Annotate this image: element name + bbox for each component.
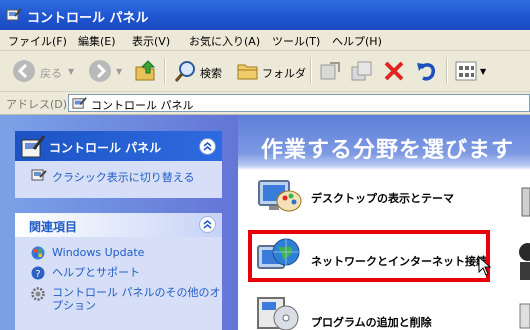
toolbar-separator <box>446 58 448 84</box>
chevron-up-icon <box>203 220 212 229</box>
related-topics-header[interactable]: 関連項目 <box>15 213 222 237</box>
desktop-theme-icon[interactable] <box>255 175 303 219</box>
menu-bar: ファイル(F) 編集(E) 表示(V) お気に入り(A) ツール(T) ヘルプ(… <box>0 30 530 51</box>
folders-label: フォルダ <box>262 67 306 80</box>
control-panel-icon <box>21 135 46 158</box>
back-arrow-icon <box>13 60 35 82</box>
related-topics-title: 関連項目 <box>29 220 78 234</box>
windows-update-icon <box>31 246 45 260</box>
views-dropdown-icon[interactable]: ▼ <box>480 67 486 76</box>
menu-favorites[interactable]: お気に入り(A) <box>189 33 260 49</box>
up-folder-icon[interactable] <box>134 59 158 83</box>
category-heading: 作業する分野を選びます <box>261 138 515 163</box>
add-remove-programs-icon[interactable] <box>256 296 302 330</box>
control-panel-box-title: コントロール パネル <box>49 141 162 155</box>
menu-file[interactable]: ファイル(F) <box>8 33 67 49</box>
address-value: コントロール パネル <box>91 99 194 112</box>
desktop-theme-link[interactable]: デスクトップの表示とテーマ <box>311 190 454 206</box>
back-button[interactable]: 戻る ▼ <box>10 59 80 83</box>
search-label: 検索 <box>200 67 222 80</box>
views-icon <box>455 61 477 81</box>
mouse-cursor-icon <box>478 256 492 276</box>
help-support-link[interactable]: ヘルプとサポート <box>52 266 140 279</box>
other-options-link[interactable]: コントロール パネルのその他のオ <box>52 286 221 299</box>
forward-arrow-icon <box>89 60 111 82</box>
date-time-icon[interactable] <box>514 298 530 330</box>
control-panel-icon <box>72 97 87 109</box>
control-panel-icon <box>6 8 22 21</box>
undo-icon[interactable] <box>414 59 438 83</box>
menu-view[interactable]: 表示(V) <box>132 33 170 49</box>
search-button[interactable]: 検索 <box>172 59 230 83</box>
menu-tools[interactable]: ツール(T) <box>272 33 320 49</box>
printer-icon[interactable] <box>518 184 530 220</box>
toolbar: 戻る ▼ ▼ 検索 フォルダ ▼ <box>0 51 530 92</box>
title-bar: コントロール パネル <box>0 0 530 30</box>
add-remove-programs-link[interactable]: プログラムの追加と削除 <box>311 314 432 330</box>
forward-dropdown-icon[interactable]: ▼ <box>116 67 122 76</box>
control-panel-box: コントロール パネル クラシック表示に切り替える <box>15 131 222 198</box>
switch-classic-view-link[interactable]: クラシック表示に切り替える <box>52 169 194 185</box>
folders-icon <box>237 64 258 80</box>
menu-edit[interactable]: 編集(E) <box>78 33 116 49</box>
back-label: 戻る <box>40 67 62 80</box>
other-options-link-continued[interactable]: プション <box>52 299 96 312</box>
folders-button[interactable]: フォルダ <box>234 59 306 83</box>
move-to-icon[interactable] <box>318 59 342 83</box>
help-icon: ? <box>31 266 45 280</box>
menu-help[interactable]: ヘルプ(H) <box>332 33 382 49</box>
toolbar-separator <box>310 58 312 84</box>
svg-text:?: ? <box>35 269 40 280</box>
chevron-up-icon <box>203 142 212 151</box>
collapse-button[interactable] <box>199 216 216 233</box>
highlight-box <box>248 230 490 282</box>
address-field[interactable]: コントロール パネル <box>68 94 530 112</box>
copy-to-icon[interactable] <box>350 59 374 83</box>
user-accounts-icon[interactable] <box>516 238 530 282</box>
address-bar: アドレス(D) コントロール パネル <box>0 92 530 115</box>
search-icon <box>174 61 195 82</box>
toolbar-separator <box>164 58 166 84</box>
control-panel-box-header[interactable]: コントロール パネル <box>15 131 222 161</box>
gear-icon <box>31 287 45 301</box>
related-topics-box: 関連項目 Windows Update ? ヘルプとサポート コントロール パネ… <box>15 213 222 330</box>
windows-update-link[interactable]: Windows Update <box>52 246 144 259</box>
window-title: コントロール パネル <box>27 11 149 26</box>
collapse-button[interactable] <box>199 138 216 155</box>
back-dropdown-icon[interactable]: ▼ <box>68 67 74 76</box>
address-label: アドレス(D) <box>6 98 68 111</box>
classic-view-icon <box>31 169 47 181</box>
delete-icon[interactable] <box>382 59 406 83</box>
forward-button[interactable]: ▼ <box>86 59 126 83</box>
views-button[interactable]: ▼ <box>454 59 490 83</box>
